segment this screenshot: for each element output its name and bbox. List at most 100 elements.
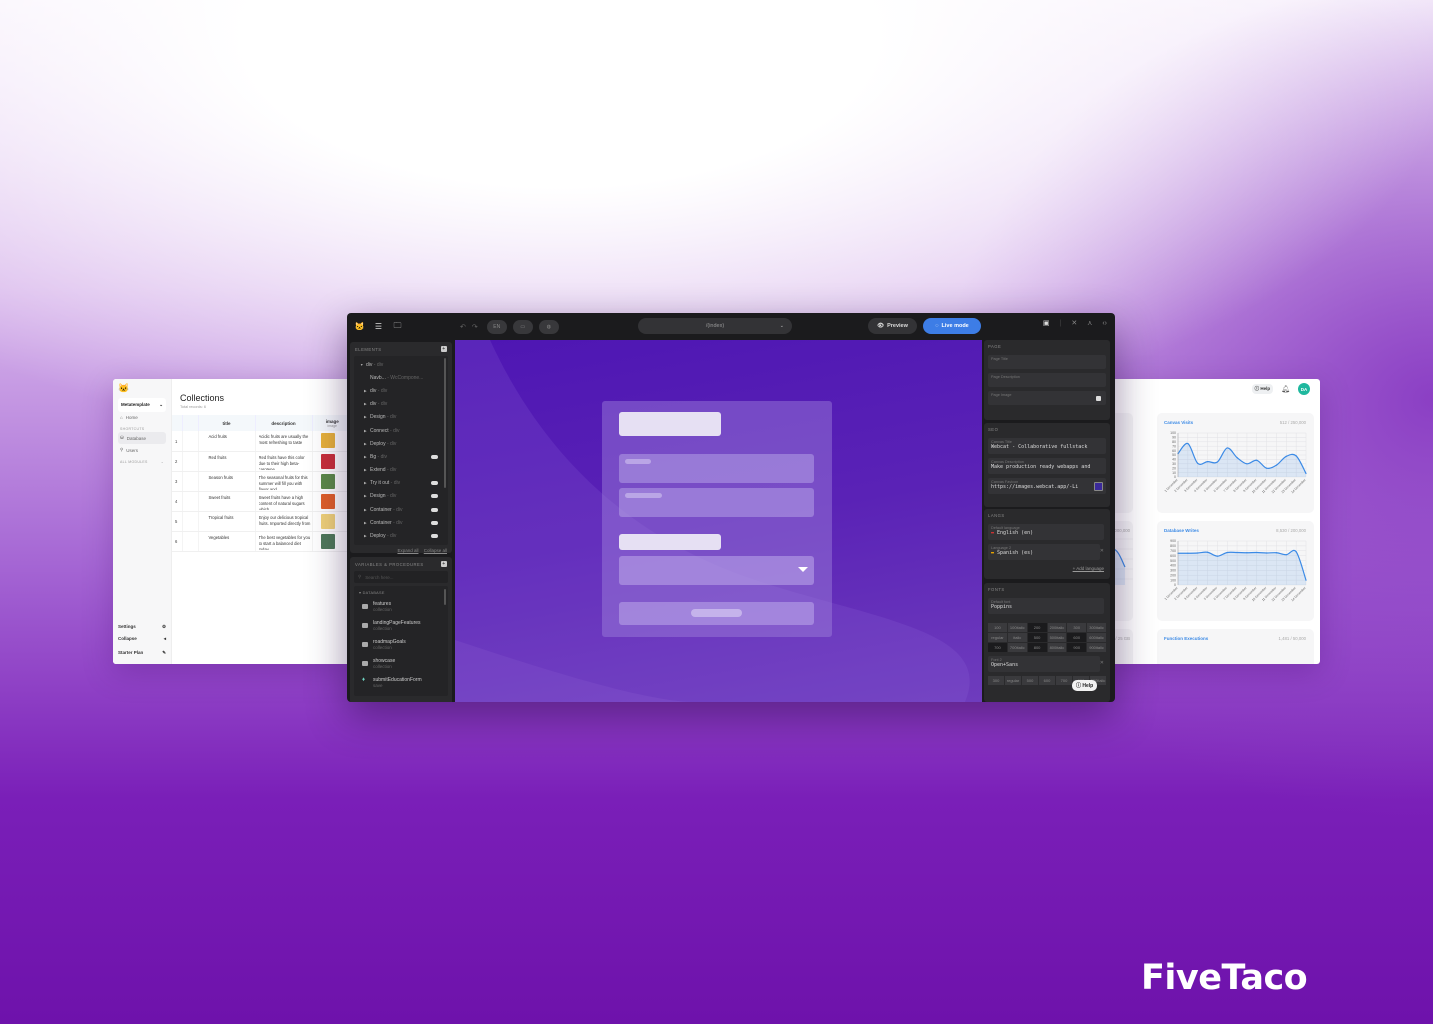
variable-item[interactable]: roadmapGoals collection (354, 637, 448, 656)
collapse-button[interactable]: Collapse ◂ (118, 636, 166, 642)
all-modules-toggle[interactable]: ALL MODULES ⌄ (118, 456, 166, 465)
tree-node[interactable]: Navb... - WcCompone... (354, 371, 448, 384)
font-weight-option[interactable]: 500 (1022, 676, 1038, 685)
table-row[interactable]: 6 Vegetables The best vegetables for you t… (172, 531, 353, 552)
canvas-favicon-field[interactable]: Canvas Favicon https://images.webcat.app/… (988, 478, 1106, 494)
window-icon[interactable]: ▣ (1043, 319, 1050, 327)
tree-scrollbar[interactable] (444, 358, 446, 488)
page-image-field[interactable]: Page Image (988, 391, 1106, 405)
default-language-field[interactable]: Default language ▬ English (en) (988, 524, 1104, 540)
table-row[interactable]: 4 Sweet fruits Sweet fruits have a high co… (172, 491, 353, 512)
row-title[interactable]: Season fruits (198, 471, 256, 492)
tree-node[interactable]: ▶ Design - div (354, 490, 448, 503)
font-weight-option[interactable]: 800italic (1047, 643, 1067, 652)
add-variable-button[interactable]: + (441, 561, 447, 567)
starter-plan-button[interactable]: Starter Plan ✎ (118, 650, 166, 656)
preview-button[interactable]: 👁︎ Preview (868, 318, 917, 334)
redo-icon[interactable]: ↷ (472, 323, 478, 331)
form-submit-button[interactable] (619, 602, 814, 625)
font-weight-option[interactable]: italic (1007, 633, 1027, 642)
sidebar-item-home[interactable]: ⌂ Home (118, 412, 166, 423)
font-weight-option[interactable]: 200italic (1047, 623, 1067, 632)
sidebar-item-users[interactable]: ⚲ Users (118, 444, 166, 456)
language-button[interactable]: EN (486, 319, 507, 334)
remove-language-icon[interactable]: ✕ (1100, 548, 1104, 554)
tree-node[interactable]: ▶ Deploy - div (354, 437, 448, 450)
page-description-field[interactable]: Page Description (988, 373, 1106, 387)
project-selector[interactable]: Metatemplate ⌄ (118, 398, 166, 412)
tree-node[interactable]: ▶ Bg - div (354, 450, 448, 463)
add-element-button[interactable]: + (441, 346, 447, 352)
row-description[interactable]: The seasonal fruits for this summer will… (255, 471, 313, 492)
variables-search-input[interactable]: ⚲ Search here... (354, 571, 448, 583)
visibility-toggle[interactable] (431, 481, 438, 486)
form-select[interactable] (619, 556, 814, 585)
person-icon[interactable]: ⋏ (1087, 319, 1092, 327)
visibility-toggle[interactable] (431, 520, 438, 525)
page-title-field[interactable]: Page Title (988, 355, 1106, 369)
database-section-toggle[interactable]: ▾ DATABASE (354, 586, 448, 599)
row-description[interactable]: Enjoy our delicious tropical fruits. Imp… (255, 511, 313, 532)
font-weight-option[interactable]: 600 (1039, 676, 1055, 685)
row-title[interactable]: Vegetables (198, 531, 256, 552)
canvas-description-field[interactable]: Canvas Description Make production ready … (988, 458, 1106, 474)
bell-icon[interactable]: 🔔︎ (1281, 385, 1290, 393)
laptop-icon[interactable]: ▭ (512, 319, 533, 334)
row-title[interactable]: Tropical fruits (198, 511, 256, 532)
font-weight-option[interactable]: 300 (988, 676, 1004, 685)
row-description[interactable]: Sweet fruits have a high content of natu… (255, 491, 313, 512)
col-description[interactable]: description (255, 415, 313, 431)
tree-node[interactable]: ▶ div - div (354, 398, 448, 411)
variables-scrollbar[interactable] (444, 589, 446, 605)
font-weight-option[interactable]: 500 (1027, 633, 1047, 642)
tree-node[interactable]: ▶ Deploy - div (354, 529, 448, 542)
font-weight-option[interactable]: 800 (1027, 643, 1047, 652)
default-font-field[interactable]: Default font Poppins (988, 598, 1104, 614)
table-row[interactable]: 1 Acid fruits Acidic fruits are usually th… (172, 431, 353, 452)
remove-font-icon[interactable]: ✕ (1100, 660, 1104, 666)
row-title[interactable]: Sweet fruits (198, 491, 256, 512)
sidebar-item-database[interactable]: ⛁ Database (118, 432, 166, 444)
tree-node[interactable]: ▼ div - div (354, 358, 448, 371)
image-picker-icon[interactable] (1096, 396, 1101, 401)
help-button[interactable]: ⓘ Help (1072, 680, 1098, 691)
favicon-preview[interactable] (1094, 482, 1103, 491)
font-weight-option[interactable]: 900 (1067, 643, 1087, 652)
live-mode-button[interactable]: ◌ Live mode (923, 318, 981, 334)
tree-node[interactable]: ▶ Extend - div (354, 464, 448, 477)
table-row[interactable]: 2 Red fruits Red fruits have this color du… (172, 451, 353, 472)
app-logo-icon[interactable]: 🐱 (350, 322, 369, 331)
visibility-toggle[interactable] (431, 534, 438, 539)
undo-icon[interactable]: ↶ (460, 323, 466, 331)
design-canvas[interactable] (455, 340, 982, 702)
add-language-link[interactable]: + Add language (984, 564, 1110, 573)
variable-item[interactable]: landingPageFeatures collection (354, 618, 448, 637)
font-weight-option[interactable]: 700 (988, 643, 1007, 652)
row-description[interactable]: Red fruits have this color due to their … (255, 451, 313, 472)
tools-icon[interactable]: ✕ (1071, 319, 1077, 327)
globe-icon[interactable]: ◍ (538, 319, 559, 334)
font-weight-option[interactable]: 600italic (1087, 633, 1106, 642)
font-weight-option[interactable]: 300 (1067, 623, 1087, 632)
table-row[interactable]: 5 Tropical fruits Enjoy our delicious trop… (172, 511, 353, 532)
tree-node[interactable]: ▶ Container - div (354, 503, 448, 516)
font-weight-option[interactable]: 700italic (1007, 643, 1027, 652)
variable-item[interactable]: features collection (354, 599, 448, 618)
tree-node[interactable]: ▶ Design - div (354, 411, 448, 424)
table-row[interactable]: 3 Season fruits The seasonal fruits for th… (172, 471, 353, 492)
tree-node[interactable]: ▶ Container - div (354, 516, 448, 529)
variable-item[interactable]: showcase collection (354, 656, 448, 675)
row-description[interactable]: The best vegetables for you to start a b… (255, 531, 313, 552)
layers-icon[interactable]: ☰ (369, 322, 388, 331)
route-selector[interactable]: /(index) ⌄ (638, 318, 792, 334)
canvas-title-field[interactable]: Canvas Title Webcat - Collaborative fulls… (988, 438, 1106, 454)
visibility-toggle[interactable] (431, 494, 438, 499)
form-input-2[interactable] (619, 488, 814, 517)
row-description[interactable]: Acidic fruits are usually the most refre… (255, 431, 313, 452)
language-2-field[interactable]: Language 2 ▬ Spanish (es) ✕ (988, 544, 1104, 560)
font-weight-option[interactable]: regular (988, 633, 1007, 642)
expand-all-link[interactable]: Expand all (397, 548, 418, 553)
form-input-1[interactable] (619, 454, 814, 483)
settings-button[interactable]: Settings ⚙ (118, 624, 166, 630)
help-button[interactable]: ⓘ Help (1251, 384, 1274, 394)
